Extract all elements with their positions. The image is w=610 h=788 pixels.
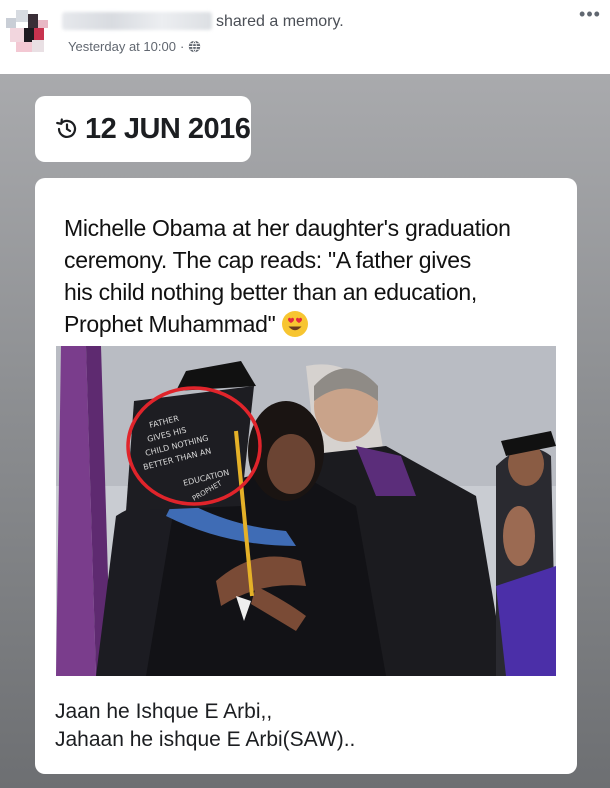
post-header: shared a memory. Yesterday at 10:00 · ••… (0, 0, 610, 74)
caption-line: Michelle Obama at her daughter's graduat… (64, 215, 511, 241)
graduation-photo[interactable]: FATHER GIVES HIS CHILD NOTHING BETTER TH… (56, 346, 556, 676)
caption-line: Prophet Muhammad" (64, 311, 276, 337)
caption-line-last: Prophet Muhammad" (64, 308, 554, 340)
memory-card[interactable]: Michelle Obama at her daughter's graduat… (35, 178, 577, 774)
shared-memory-text: shared a memory. (216, 13, 344, 30)
caption-line: his child nothing better than an educati… (64, 279, 477, 305)
body-line: Jahaan he ishque E Arbi(SAW).. (55, 728, 356, 751)
globe-icon[interactable] (188, 40, 201, 53)
avatar[interactable] (6, 10, 50, 54)
meta-separator: · (179, 39, 185, 54)
memory-date: 12 JUN 2016 (85, 112, 251, 145)
post-meta: Yesterday at 10:00 · (68, 39, 201, 54)
post-body-text: Jaan he Ishque E Arbi,, Jahaan he ishque… (55, 698, 355, 754)
body-line: Jaan he Ishque E Arbi,, (55, 700, 273, 723)
caption-line: ceremony. The cap reads: "A father gives (64, 247, 471, 273)
history-icon (56, 118, 77, 138)
heart-eyes-emoji-icon (282, 311, 309, 337)
more-options-button[interactable]: ••• (576, 5, 604, 26)
memory-date-badge: 12 JUN 2016 (35, 96, 251, 162)
image-caption: Michelle Obama at her daughter's graduat… (64, 212, 554, 340)
author-name-redacted[interactable] (62, 12, 212, 30)
graduation-photo-illustration: FATHER GIVES HIS CHILD NOTHING BETTER TH… (56, 346, 556, 676)
post-timestamp[interactable]: Yesterday at 10:00 (68, 39, 176, 54)
